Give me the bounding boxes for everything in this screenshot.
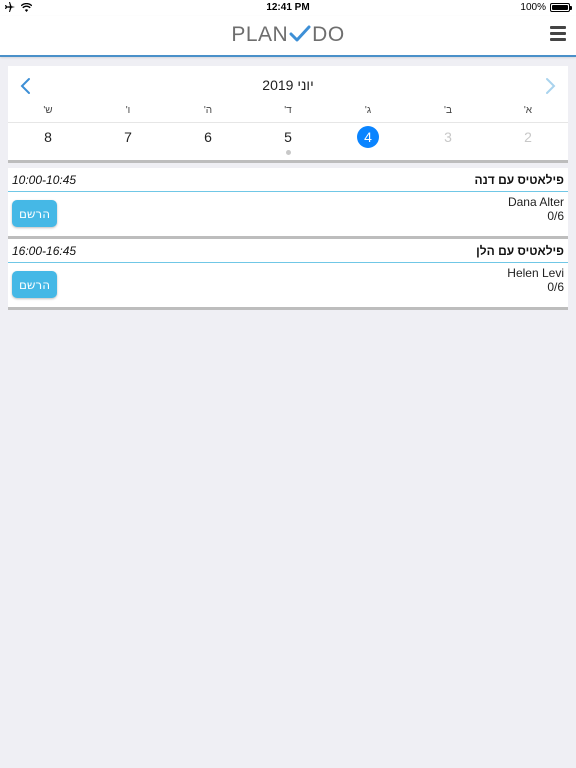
day-number: 3: [444, 129, 452, 145]
day-cell-selected[interactable]: 4: [328, 126, 408, 156]
event-capacity: 0/6: [547, 280, 564, 294]
status-bar: 12:41 PM 100%: [0, 0, 576, 16]
day-number: 8: [44, 129, 52, 145]
weekday-label: ד': [284, 105, 292, 116]
event-body: Dana Alter 0/6 הרשם: [8, 192, 568, 236]
event-card: פילאטיס עם הלן 16:00-16:45 Helen Levi 0/…: [8, 239, 568, 310]
day-cell[interactable]: 3: [408, 126, 488, 156]
battery-icon: [550, 3, 572, 12]
week-calendar: יוני 2019 א' ב' ג' ד' ה' ו' ש' 2 3 4 5 6…: [8, 66, 568, 163]
day-cell[interactable]: 5: [248, 126, 328, 156]
weekday-label: ו': [125, 105, 131, 116]
day-number: 7: [124, 129, 132, 145]
weekday-label: ג': [364, 105, 372, 116]
event-indicator-dot: [286, 150, 291, 155]
register-button[interactable]: הרשם: [12, 200, 57, 227]
event-capacity: 0/6: [547, 209, 564, 223]
logo-text-right: DO: [312, 23, 345, 46]
calendar-month-title: יוני 2019: [262, 77, 314, 93]
event-body: Helen Levi 0/6 הרשם: [8, 263, 568, 307]
hamburger-menu-icon[interactable]: [550, 26, 566, 42]
logo-check-icon: [289, 25, 311, 49]
event-time: 10:00-10:45: [12, 173, 77, 187]
logo-text-left: PLAN: [231, 23, 289, 46]
event-title: פילאטיס עם דנה: [474, 173, 564, 187]
event-header: פילאטיס עם דנה 10:00-10:45: [8, 168, 568, 192]
event-card: פילאטיס עם דנה 10:00-10:45 Dana Alter 0/…: [8, 168, 568, 239]
day-cell[interactable]: 7: [88, 126, 168, 156]
event-title: פילאטיס עם הלן: [476, 244, 564, 258]
status-right: 100%: [520, 2, 572, 13]
app-header: PLAN DO: [0, 16, 576, 57]
event-instructor: Helen Levi: [507, 266, 564, 280]
divider: [8, 122, 568, 123]
register-button[interactable]: הרשם: [12, 271, 57, 298]
event-header: פילאטיס עם הלן 16:00-16:45: [8, 239, 568, 263]
day-number: 6: [204, 129, 212, 145]
status-time: 12:41 PM: [266, 2, 310, 13]
weekday-label: א': [523, 105, 533, 116]
day-cell[interactable]: 6: [168, 126, 248, 156]
app-logo: PLAN DO: [0, 23, 576, 49]
day-number: 2: [524, 129, 532, 145]
day-number: 5: [284, 129, 292, 145]
day-cell[interactable]: 2: [488, 126, 568, 156]
day-cell[interactable]: 8: [8, 126, 88, 156]
weekday-label: ש': [43, 105, 53, 116]
weekday-header: א' ב' ג' ד' ה' ו' ש': [8, 105, 568, 119]
day-row: 2 3 4 5 6 7 8: [8, 126, 568, 156]
day-number: 4: [357, 126, 379, 148]
chevron-right-icon[interactable]: [540, 76, 560, 96]
event-time: 16:00-16:45: [12, 244, 77, 258]
weekday-label: ה': [203, 105, 213, 116]
battery-percent: 100%: [520, 2, 546, 13]
event-instructor: Dana Alter: [507, 195, 564, 209]
weekday-label: ב': [444, 105, 452, 116]
